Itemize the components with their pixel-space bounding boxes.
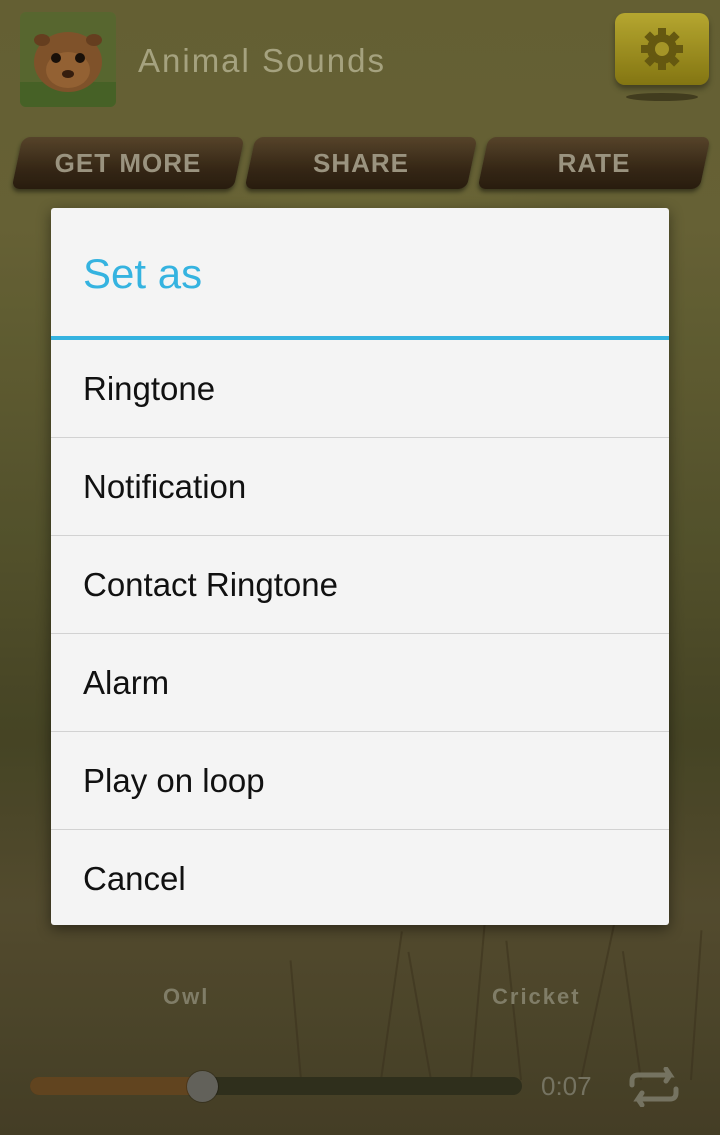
dialog-title: Set as bbox=[83, 250, 203, 297]
option-label: Cancel bbox=[83, 860, 186, 897]
option-label: Ringtone bbox=[83, 370, 216, 407]
set-as-dialog: Set as Ringtone Notification Contact Rin… bbox=[51, 208, 669, 925]
dialog-options-list: Ringtone Notification Contact Ringtone A… bbox=[51, 340, 669, 927]
option-label: Play on loop bbox=[83, 762, 265, 799]
option-contact-ringtone[interactable]: Contact Ringtone bbox=[51, 536, 669, 634]
option-play-on-loop[interactable]: Play on loop bbox=[51, 732, 669, 830]
option-label: Alarm bbox=[83, 664, 170, 701]
option-alarm[interactable]: Alarm bbox=[51, 634, 669, 732]
option-cancel[interactable]: Cancel bbox=[51, 830, 669, 927]
option-label: Notification bbox=[83, 468, 247, 505]
option-ringtone[interactable]: Ringtone bbox=[51, 340, 669, 438]
option-label: Contact Ringtone bbox=[83, 566, 338, 603]
option-notification[interactable]: Notification bbox=[51, 438, 669, 536]
